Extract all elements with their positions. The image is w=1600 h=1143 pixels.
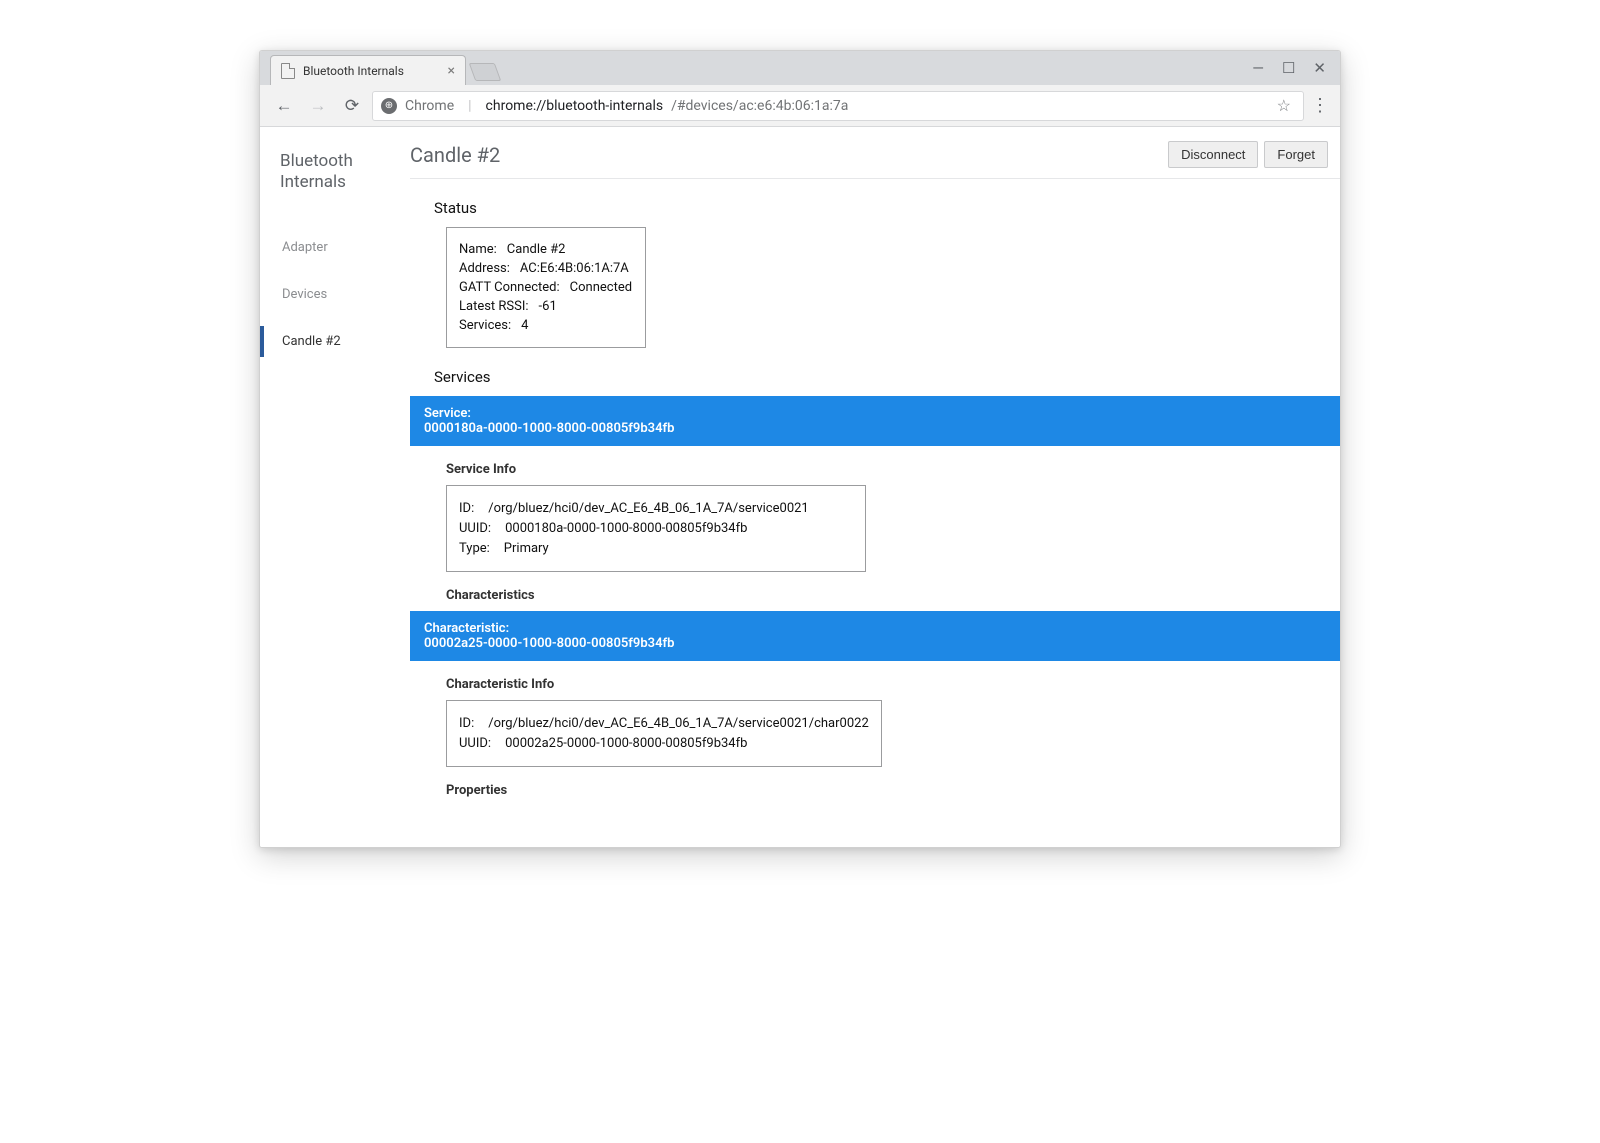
window-controls: — ☐ ✕ [1252,59,1340,77]
page-content: Bluetooth Internals Adapter Devices Cand… [260,127,1340,847]
status-name-label: Name: [459,242,497,257]
service-type-value: Primary [504,541,549,556]
characteristic-info-box: ID: /org/bluez/hci0/dev_AC_E6_4B_06_1A_7A… [446,700,882,767]
service-bar-label: Service: [424,406,1326,421]
brand-line1: Bluetooth [280,151,353,171]
url-host: chrome://bluetooth-internals [486,98,664,114]
char-uuid-value: 00002a25-0000-1000-8000-00805f9b34fb [505,736,747,751]
status-address-value: AC:E6:4B:06:1A:7A [520,261,629,276]
status-rssi-value: -61 [539,299,557,314]
service-header-bar[interactable]: Service: 0000180a-0000-1000-8000-00805f9… [410,396,1340,446]
bookmark-star-icon[interactable]: ☆ [1273,96,1295,115]
brand-title: Bluetooth Internals [280,151,410,194]
status-box: Name: Candle #2 Address: AC:E6:4B:06:1A:7A… [446,227,646,348]
url-protocol: Chrome [405,98,454,114]
status-gatt-label: GATT Connected: [459,280,560,295]
status-section-title: Status [410,199,1340,217]
browser-tab[interactable]: Bluetooth Internals × [270,55,466,85]
header-row: Candle #2 Disconnect Forget [410,141,1340,179]
minimize-icon[interactable]: — [1252,59,1264,77]
new-tab-button[interactable] [469,63,502,81]
service-type-label: Type: [459,541,490,556]
close-window-icon[interactable]: ✕ [1313,59,1326,77]
characteristics-title: Characteristics [410,588,1340,603]
back-button[interactable]: ← [270,92,298,120]
status-gatt-value: Connected [570,280,632,295]
service-id-label: ID: [459,501,474,516]
status-name-value: Candle #2 [507,242,566,257]
status-services-label: Services: [459,318,511,333]
browser-window: Bluetooth Internals × — ☐ ✕ ← → ⟳ ⊕ Chro… [259,50,1341,848]
properties-title: Properties [410,783,1340,798]
tab-title: Bluetooth Internals [303,64,404,78]
service-info-title: Service Info [410,462,1340,477]
sidebar-item-devices[interactable]: Devices [280,279,410,310]
service-uuid-value: 0000180a-0000-1000-8000-00805f9b34fb [505,521,747,536]
sidebar-item-label: Adapter [282,240,328,255]
browser-toolbar: ← → ⟳ ⊕ Chrome | chrome://bluetooth-inte… [260,85,1340,127]
status-services-value: 4 [521,318,528,333]
sidebar-item-adapter[interactable]: Adapter [280,232,410,263]
forward-button[interactable]: → [304,92,332,120]
sidebar-item-label: Candle #2 [282,334,341,349]
reload-button[interactable]: ⟳ [338,92,366,120]
sidebar-item-candle2[interactable]: Candle #2 [280,326,410,357]
site-info-icon[interactable]: ⊕ [381,98,397,114]
address-bar[interactable]: ⊕ Chrome | chrome://bluetooth-internals /… [372,91,1304,121]
maximize-icon[interactable]: ☐ [1282,59,1295,77]
status-rssi-label: Latest RSSI: [459,299,529,314]
close-tab-icon[interactable]: × [440,64,455,78]
sidebar-item-label: Devices [282,287,327,302]
services-section-title: Services [410,368,1340,386]
service-info-box: ID: /org/bluez/hci0/dev_AC_E6_4B_06_1A_7A… [446,485,866,572]
status-address-label: Address: [459,261,510,276]
url-path: /#devices/ac:e6:4b:06:1a:7a [671,98,848,114]
sidebar: Bluetooth Internals Adapter Devices Cand… [260,127,410,847]
tab-strip: Bluetooth Internals × — ☐ ✕ [260,51,1340,85]
characteristic-bar-label: Characteristic: [424,621,1326,636]
brand-line2: Internals [280,172,346,192]
char-uuid-label: UUID: [459,736,491,751]
service-id-value: /org/bluez/hci0/dev_AC_E6_4B_06_1A_7A/se… [488,501,809,516]
page-title: Candle #2 [410,143,500,167]
service-uuid-label: UUID: [459,521,491,536]
characteristic-info-title: Characteristic Info [410,677,1340,692]
char-id-label: ID: [459,716,474,731]
char-id-value: /org/bluez/hci0/dev_AC_E6_4B_06_1A_7A/se… [488,716,869,731]
main-panel: Candle #2 Disconnect Forget Status Name:… [410,127,1340,847]
chrome-menu-icon[interactable]: ⋮ [1310,95,1330,116]
url-separator: | [462,98,477,114]
characteristic-header-bar[interactable]: Characteristic: 00002a25-0000-1000-8000-… [410,611,1340,661]
page-icon [281,63,295,79]
characteristic-bar-uuid: 00002a25-0000-1000-8000-00805f9b34fb [424,636,1326,651]
disconnect-button[interactable]: Disconnect [1168,141,1258,168]
forget-button[interactable]: Forget [1264,141,1328,168]
service-bar-uuid: 0000180a-0000-1000-8000-00805f9b34fb [424,421,1326,436]
